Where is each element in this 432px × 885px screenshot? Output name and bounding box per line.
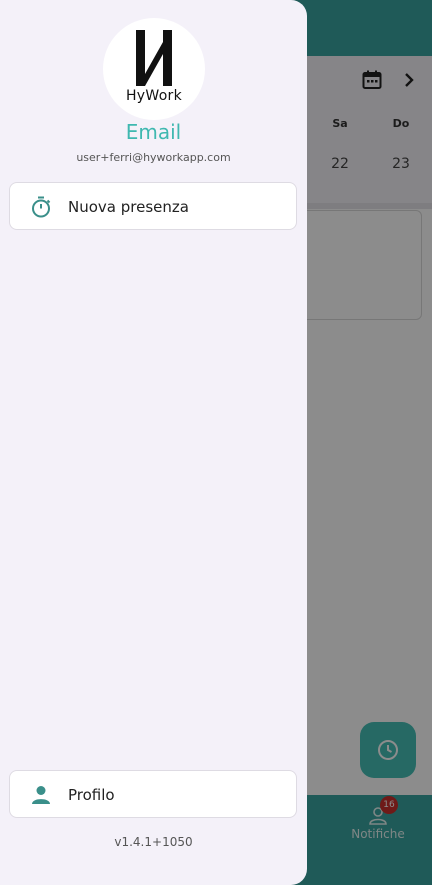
user-email: user+ferri@hyworkapp.com	[76, 151, 231, 164]
app-logo: HyWork	[103, 18, 205, 120]
drawer-title: Email	[125, 120, 182, 144]
menu-item-profilo[interactable]: Profilo	[9, 770, 297, 818]
app-version: v1.4.1+1050	[114, 835, 193, 849]
stopwatch-icon	[32, 196, 51, 218]
menu-item-label: Nuova presenza	[68, 198, 189, 216]
menu-item-nuova-presenza[interactable]: Nuova presenza	[9, 182, 297, 230]
hywork-logo-icon	[136, 30, 172, 86]
menu-item-label: Profilo	[68, 786, 115, 804]
logo-text: HyWork	[125, 88, 183, 104]
person-icon	[32, 786, 50, 804]
navigation-drawer: HyWork Email user+ferri@hyworkapp.com Nu…	[0, 0, 307, 885]
